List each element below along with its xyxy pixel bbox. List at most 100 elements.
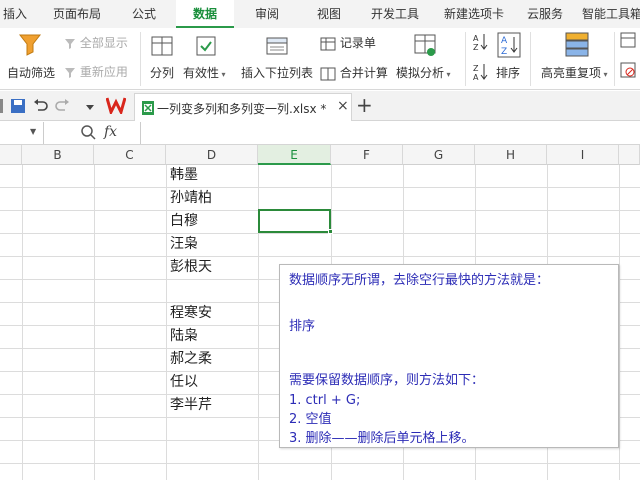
spreadsheet-file-icon xyxy=(141,100,155,119)
show-all-label: 全部显示 xyxy=(79,36,128,50)
highlight-duplicates-button[interactable]: 高亮重复项 ▾ xyxy=(541,64,608,81)
dropdown-list-icon xyxy=(265,34,289,58)
sort-ascending-icon[interactable]: AZ xyxy=(472,32,488,52)
comment-line: 1. ctrl + G; xyxy=(289,393,361,408)
split-columns-icon xyxy=(150,34,174,58)
save-icon[interactable] xyxy=(10,98,26,114)
column-header-c[interactable]: C xyxy=(94,145,166,165)
funnel-icon xyxy=(18,32,42,58)
duplicates-icon[interactable] xyxy=(620,32,636,48)
menu-tab-developer[interactable]: 开发工具 xyxy=(364,0,426,28)
column-header-left[interactable] xyxy=(0,145,22,165)
svg-text:Z: Z xyxy=(473,43,479,52)
zoom-search-icon[interactable] xyxy=(80,124,96,140)
wps-logo-icon xyxy=(106,96,126,114)
sort-button[interactable]: 排序 xyxy=(496,64,520,81)
document-tab[interactable]: 一列变多列和多列变一列.xlsx * × xyxy=(134,93,352,121)
column-header-g[interactable]: G xyxy=(403,145,475,165)
menu-tab-formula[interactable]: 公式 xyxy=(120,0,168,28)
document-tab-title: 一列变多列和多列变一列.xlsx * xyxy=(157,102,327,116)
menu-tab-cloud[interactable]: 云服务 xyxy=(520,0,570,28)
document-tab-bar: 一列变多列和多列变一列.xlsx * × + xyxy=(0,91,640,121)
funnel-small-icon xyxy=(64,36,76,50)
ribbon: 自动筛选 全部显示 重新应用 分列 有效性 ▾ 插入下拉列表 记录单 合并计算 … xyxy=(0,28,640,90)
simulate-label: 模拟分析 xyxy=(396,66,445,80)
sort-descending-icon[interactable]: ZA xyxy=(472,62,488,82)
svg-text:Z: Z xyxy=(501,47,507,57)
chevron-down-icon: ▾ xyxy=(601,70,608,79)
funnel-refresh-icon xyxy=(64,65,76,79)
comment-line: 排序 xyxy=(289,319,316,334)
cell-d-empty[interactable] xyxy=(168,279,257,302)
merge-calc-label: 合并计算 xyxy=(339,66,388,80)
ribbon-separator xyxy=(465,32,466,86)
close-tab-icon[interactable]: × xyxy=(337,98,349,114)
record-list-label: 记录单 xyxy=(339,36,376,50)
ribbon-separator xyxy=(140,32,141,86)
insert-dropdown-list-button[interactable]: 插入下拉列表 xyxy=(241,64,313,81)
validity-button[interactable]: 有效性 ▾ xyxy=(183,64,226,81)
cell-d[interactable]: 任以 xyxy=(168,371,257,394)
cell-d[interactable]: 郝之柔 xyxy=(168,348,257,371)
svg-text:A: A xyxy=(501,36,508,46)
ribbon-separator xyxy=(614,32,615,86)
menu-tab-data[interactable]: 数据 xyxy=(176,0,234,28)
comment-note: 数据顺序无所谓，去除空行最快的方法就是： 排序 需要保留数据顺序，则方法如下： … xyxy=(279,264,619,448)
selected-cell-e3[interactable] xyxy=(258,209,331,233)
menu-tab-insert[interactable]: 插入 xyxy=(0,0,30,28)
column-header-j[interactable] xyxy=(619,145,640,165)
ribbon-separator xyxy=(530,32,531,86)
reapply-button[interactable]: 重新应用 xyxy=(64,63,128,80)
cell-d[interactable]: 李半芹 xyxy=(168,394,257,417)
redo-icon[interactable] xyxy=(55,98,71,114)
fx-icon[interactable]: fx xyxy=(104,124,117,140)
cell-d[interactable]: 程寒安 xyxy=(168,302,257,325)
highlight-dup-label: 高亮重复项 xyxy=(541,66,602,80)
comment-line: 数据顺序无所谓，去除空行最快的方法就是： xyxy=(289,273,550,288)
comment-line: 2. 空值 xyxy=(289,412,332,427)
fill-handle[interactable] xyxy=(328,229,333,234)
validity-label: 有效性 xyxy=(183,66,220,80)
autofilter-button[interactable]: 自动筛选 xyxy=(7,64,55,81)
svg-text:A: A xyxy=(473,73,479,82)
column-header-i[interactable]: I xyxy=(547,145,619,165)
menu-tab-new-tab[interactable]: 新建选项卡 xyxy=(436,0,512,28)
cell-d[interactable]: 孙靖柏 xyxy=(168,187,257,210)
menu-tab-smart-tools[interactable]: 智能工具箱 xyxy=(582,0,640,28)
show-all-button[interactable]: 全部显示 xyxy=(64,34,128,51)
name-box[interactable]: ▼ xyxy=(0,122,44,144)
cell-d[interactable]: 陆枭 xyxy=(168,325,257,348)
reject-duplicates-icon[interactable] xyxy=(620,62,636,78)
merge-calc-button[interactable]: 合并计算 xyxy=(320,64,388,81)
cell-d[interactable]: 彭根天 xyxy=(168,256,257,279)
column-header-d[interactable]: D xyxy=(166,145,258,165)
split-button[interactable]: 分列 xyxy=(150,64,174,81)
chevron-down-icon: ▾ xyxy=(219,70,226,79)
column-header-e[interactable]: E xyxy=(258,145,331,165)
undo-icon[interactable] xyxy=(32,98,48,114)
merge-icon xyxy=(320,66,336,80)
column-header-b[interactable]: B xyxy=(22,145,94,165)
menu-bar: 插入 页面布局 公式 数据 审阅 视图 开发工具 新建选项卡 云服务 智能工具箱 xyxy=(0,0,640,28)
menu-tab-view[interactable]: 视图 xyxy=(306,0,352,28)
new-tab-button[interactable]: + xyxy=(356,93,373,117)
column-header-f[interactable]: F xyxy=(331,145,403,165)
record-list-button[interactable]: 记录单 xyxy=(320,34,376,51)
column-header-h[interactable]: H xyxy=(475,145,547,165)
what-if-icon xyxy=(412,32,438,58)
simulate-analysis-button[interactable]: 模拟分析 ▾ xyxy=(396,64,451,81)
menu-tab-review[interactable]: 审阅 xyxy=(244,0,290,28)
cell-d[interactable]: 韩墨 xyxy=(168,164,257,187)
menu-tab-page-layout[interactable]: 页面布局 xyxy=(46,0,108,28)
cell-d[interactable]: 白穆 xyxy=(168,210,257,233)
sort-icon: AZ xyxy=(497,32,521,58)
table-icon xyxy=(320,36,336,50)
formula-input[interactable] xyxy=(140,122,640,144)
comment-spacer xyxy=(289,338,609,370)
customize-dropdown-icon[interactable] xyxy=(84,99,96,113)
svg-text:A: A xyxy=(473,34,479,43)
cell-d[interactable]: 汪枭 xyxy=(168,233,257,256)
left-edge-icon xyxy=(0,98,6,113)
svg-text:Z: Z xyxy=(473,64,479,73)
chevron-down-icon: ▾ xyxy=(444,70,451,79)
